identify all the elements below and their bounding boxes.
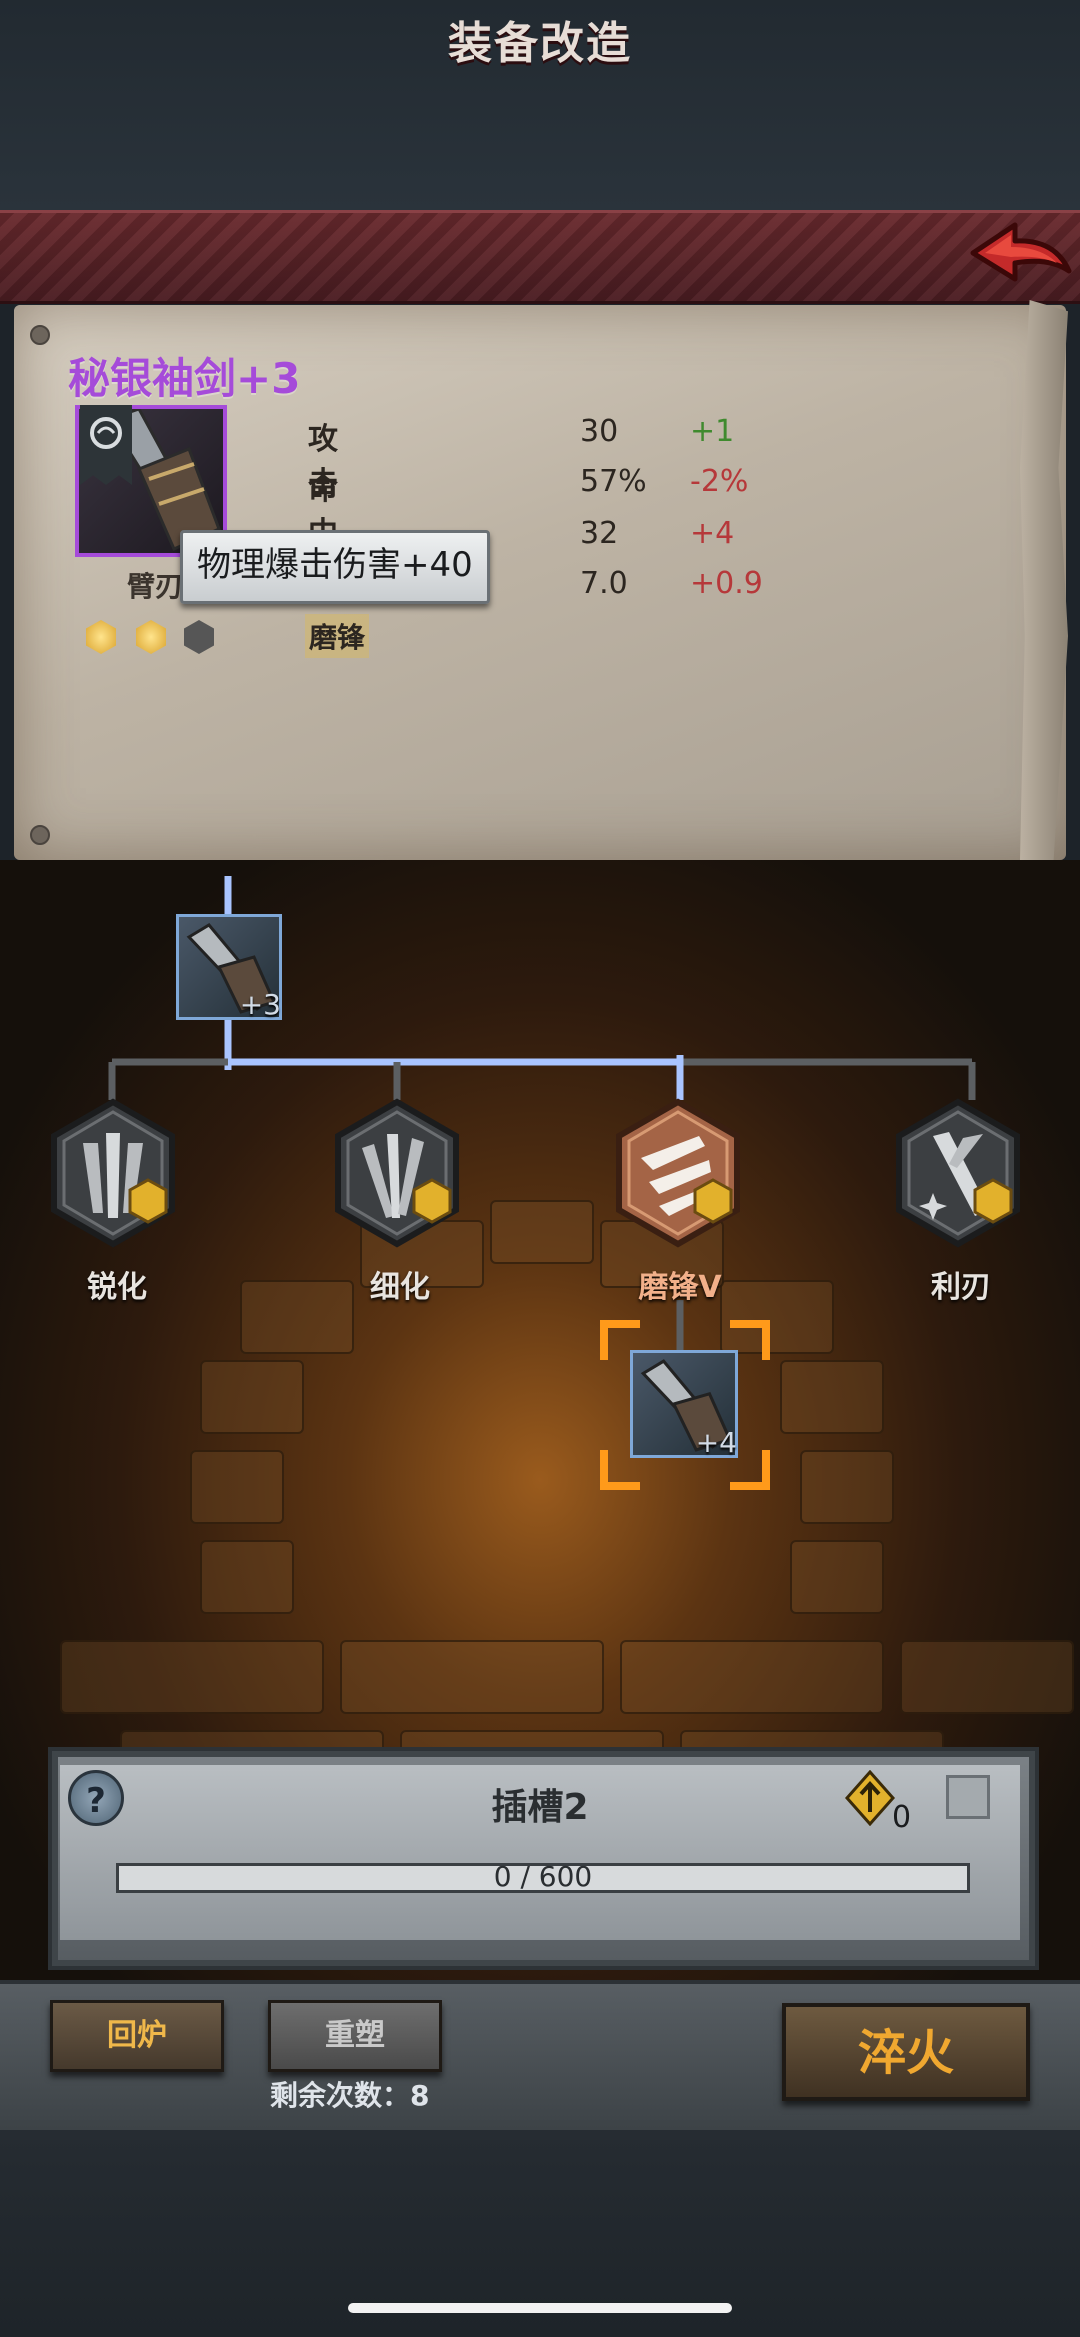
slot-title: 插槽2 (491, 1787, 589, 1828)
rarity-banner-icon (80, 405, 132, 485)
recast-button[interactable]: 回炉 (50, 2000, 224, 2072)
sharpen-icon (51, 1098, 175, 1248)
branch-label-refine: 细化 (370, 1270, 430, 1305)
rune-count: 0 (892, 1800, 912, 1835)
upgrade-level-badge: +4 (695, 1426, 737, 1459)
keen-blade-icon (896, 1098, 1020, 1248)
affix-tag: 磨锋 (305, 614, 370, 658)
branch-node-refine[interactable] (332, 1098, 462, 1248)
back-arrow-icon[interactable] (965, 213, 1075, 293)
progress-text: 0 / 600 (493, 1860, 593, 1893)
branch-label-hone: 磨锋V (638, 1270, 722, 1305)
home-indicator[interactable] (348, 2303, 732, 2313)
branch-label-sharpen: 锐化 (87, 1270, 147, 1305)
stat-tooltip: 物理爆击伤害+40 (180, 530, 490, 604)
branch-node-hone-selected[interactable] (613, 1098, 743, 1248)
branch-node-sharpen[interactable] (48, 1098, 178, 1248)
branch-node-keen-blade[interactable] (893, 1098, 1023, 1248)
quench-button[interactable]: 淬火 (782, 2003, 1030, 2101)
refine-icon (335, 1098, 459, 1248)
rune-icon (845, 1770, 895, 1826)
upgrade-level-badge: +3 (239, 988, 281, 1021)
page-title: 装备改造 (448, 18, 632, 69)
auto-checkbox[interactable] (946, 1775, 990, 1819)
hone-icon (616, 1098, 740, 1248)
title-bar (0, 210, 1080, 304)
reshape-button[interactable]: 重塑 (268, 2000, 442, 2072)
tree-root-node[interactable]: +3 (176, 914, 282, 1021)
tree-child-node[interactable]: +4 (630, 1350, 738, 1459)
remaining-count: 剩余次数：8 (270, 2079, 430, 2112)
slot-progress-bar: 0 / 600 (116, 1860, 970, 1893)
item-name: 秘银袖剑+3 (68, 354, 301, 403)
help-icon[interactable]: ? (68, 1770, 124, 1826)
branch-label-keen-blade: 利刃 (931, 1270, 991, 1305)
